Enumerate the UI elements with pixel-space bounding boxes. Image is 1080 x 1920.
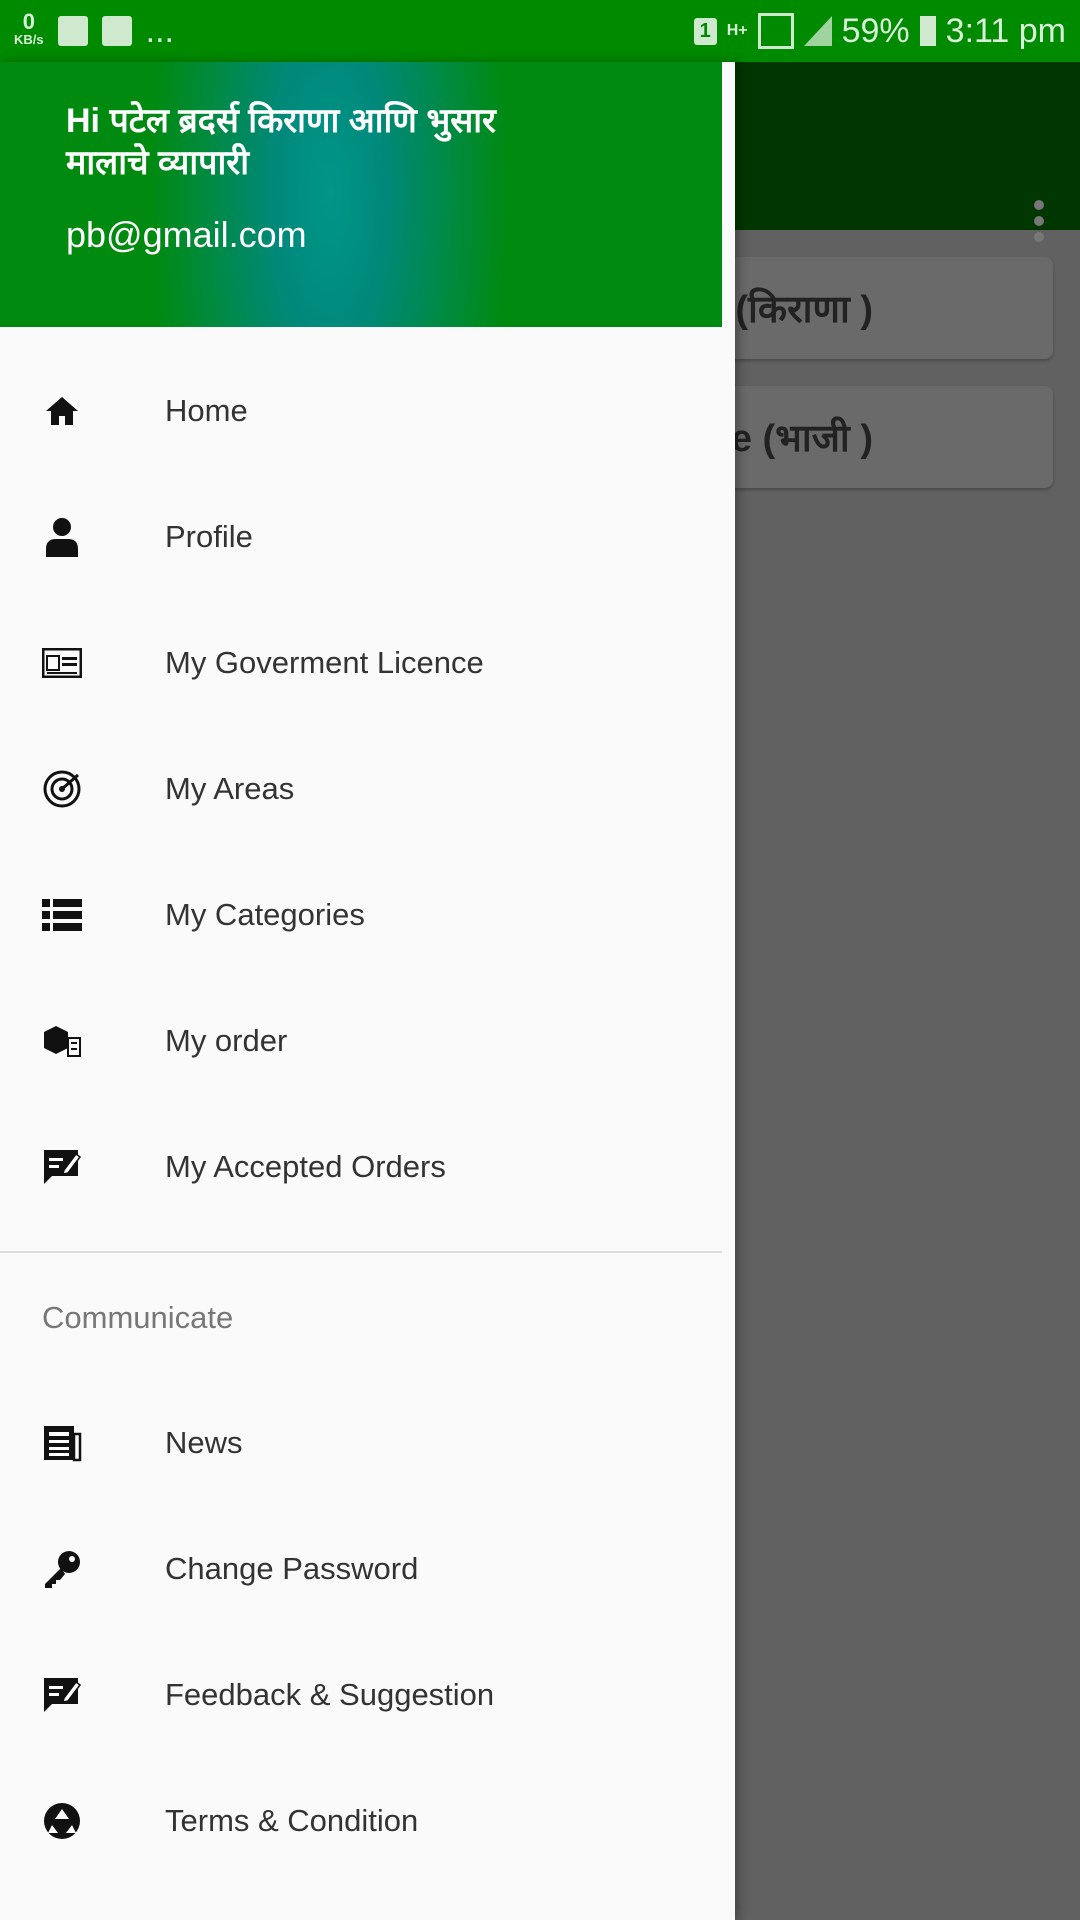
menu-item-change-password[interactable]: Change Password — [0, 1514, 722, 1624]
battery-icon — [919, 16, 936, 46]
overflow-menu-icon[interactable] — [1034, 200, 1044, 242]
network-speed: 0 KB/s — [14, 9, 44, 48]
recycle-icon — [42, 1801, 82, 1841]
more-notifications: ... — [145, 11, 174, 50]
list-icon — [42, 895, 82, 935]
signal-icon-2 — [803, 16, 832, 46]
menu-item-my-order[interactable]: My order — [0, 986, 722, 1096]
network-type: H+ — [726, 22, 748, 39]
clock: 3:11 pm — [945, 11, 1066, 50]
user-email: pb@gmail.com — [66, 214, 307, 255]
menu-item-categories[interactable]: My Categories — [0, 860, 722, 970]
menu-item-home[interactable]: Home — [0, 356, 722, 466]
menu-item-accepted-orders[interactable]: My Accepted Orders — [0, 1112, 722, 1222]
id-card-icon — [42, 643, 82, 683]
edit-message-icon — [42, 1147, 82, 1187]
signal-icon — [757, 13, 794, 49]
wifi-icon — [101, 16, 132, 46]
navigation-drawer: Hi पटेल ब्रदर्स किराणा आणि भुसार मालाचे … — [0, 62, 735, 1920]
target-icon — [42, 769, 82, 809]
menu-item-terms[interactable]: Terms & Condition — [0, 1766, 722, 1876]
image-notification-icon — [57, 16, 88, 46]
menu-item-feedback[interactable]: Feedback & Suggestion — [0, 1640, 722, 1750]
status-bar: 0 KB/s ... 1 H+ 59% 3:11 pm — [0, 0, 1080, 62]
user-name: Hi पटेल ब्रदर्स किराणा आणि भुसार मालाचे … — [66, 102, 496, 182]
menu-item-profile[interactable]: Profile — [0, 482, 722, 592]
home-icon — [42, 391, 82, 431]
menu-item-news[interactable]: News — [0, 1388, 722, 1498]
drawer-header: Hi पटेल ब्रदर्स किराणा आणि भुसार मालाचे … — [0, 62, 722, 327]
divider — [0, 1251, 722, 1253]
person-icon — [42, 517, 82, 557]
key-icon — [42, 1549, 82, 1589]
edit-message-icon — [42, 1675, 82, 1715]
sim-icon: 1 — [693, 17, 717, 45]
battery-percent: 59% — [841, 11, 910, 50]
menu-item-licence[interactable]: My Goverment Licence — [0, 608, 722, 718]
section-title: Communicate — [42, 1300, 234, 1335]
boxes-icon — [42, 1021, 82, 1061]
menu-item-areas[interactable]: My Areas — [0, 734, 722, 844]
newspaper-icon — [42, 1423, 82, 1463]
